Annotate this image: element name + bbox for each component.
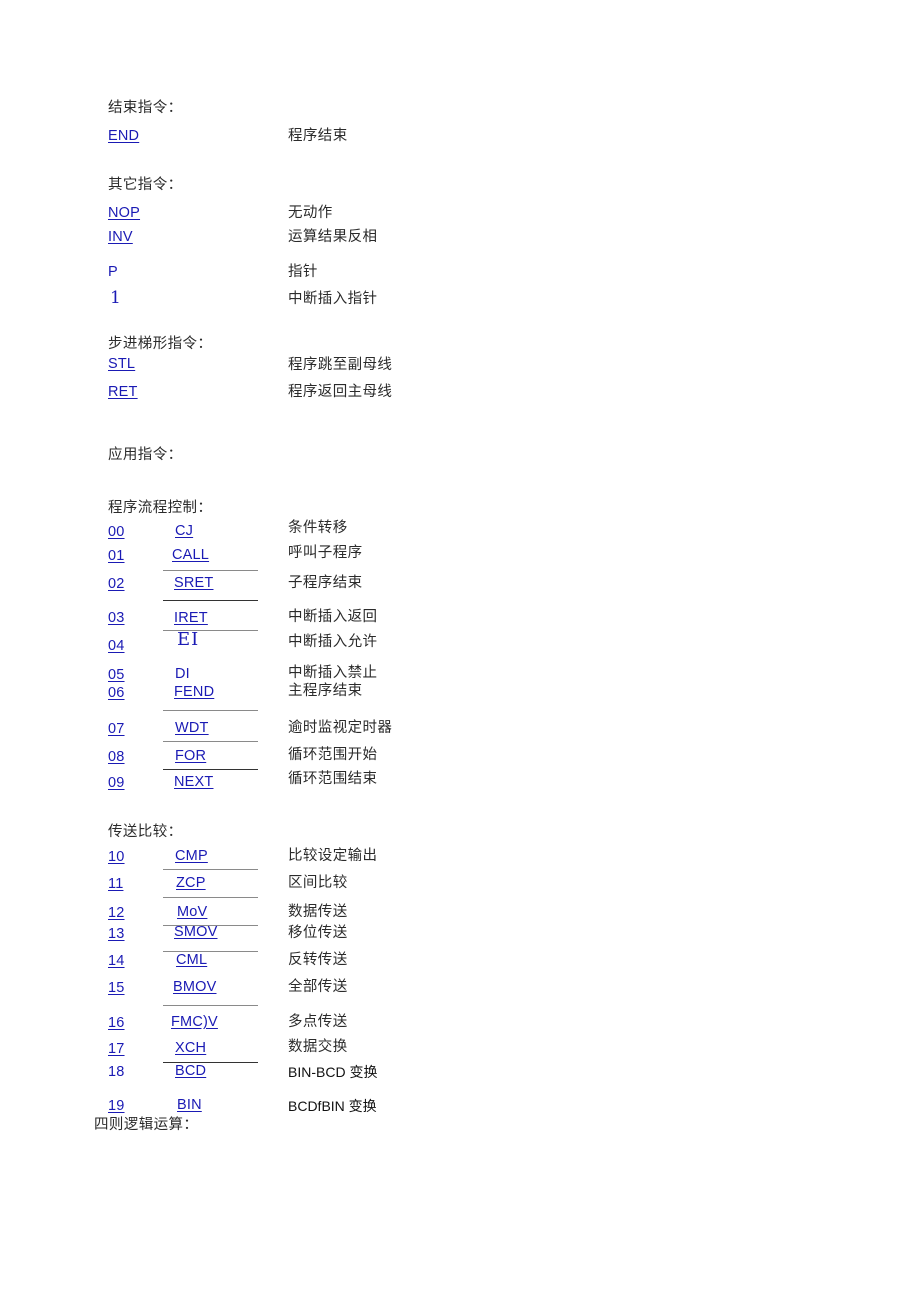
desc-di: 中断插入禁止 bbox=[288, 665, 378, 681]
scan-rule-2 bbox=[163, 600, 258, 601]
desc-ret: 程序返回主母线 bbox=[288, 384, 393, 400]
link-wdt[interactable]: WDT bbox=[175, 721, 209, 736]
scan-rule-7 bbox=[163, 869, 258, 870]
link-for[interactable]: FOR bbox=[175, 749, 206, 764]
link-bcd[interactable]: BCD bbox=[175, 1064, 206, 1079]
section-heading-end-instructions: 结束指令： bbox=[108, 100, 183, 116]
desc-inv: 运算结果反相 bbox=[288, 229, 378, 245]
scan-rule-5 bbox=[163, 741, 258, 742]
link-cmp[interactable]: CMP bbox=[175, 849, 208, 864]
link-bmov[interactable]: BMOV bbox=[173, 980, 217, 995]
scan-rule-1 bbox=[163, 570, 258, 571]
desc-smov: 移位传送 bbox=[288, 925, 348, 941]
desc-zcp: 区间比较 bbox=[288, 875, 348, 891]
num-07[interactable]: 07 bbox=[108, 722, 125, 737]
num-04[interactable]: 04 bbox=[108, 639, 125, 654]
link-cj[interactable]: CJ bbox=[175, 524, 193, 539]
desc-sret: 子程序结束 bbox=[288, 575, 363, 591]
num-09[interactable]: 09 bbox=[108, 776, 125, 791]
link-zcp[interactable]: ZCP bbox=[176, 876, 206, 891]
num-15[interactable]: 15 bbox=[108, 981, 125, 996]
desc-mov: 数据传送 bbox=[288, 904, 348, 920]
section-heading-arithmetic-logic: 四则逻辑运算： bbox=[94, 1117, 199, 1133]
num-13[interactable]: 13 bbox=[108, 927, 125, 942]
desc-nop: 无动作 bbox=[288, 205, 333, 221]
desc-iret: 中断插入返回 bbox=[288, 609, 378, 625]
link-inv[interactable]: INV bbox=[108, 230, 133, 245]
desc-stl: 程序跳至副母线 bbox=[288, 357, 393, 373]
document-page: 结束指令： END 程序结束 其它指令： NOP 无动作 INV 运算结果反相 … bbox=[0, 0, 920, 1301]
desc-cmp: 比较设定输出 bbox=[288, 848, 378, 864]
desc-next: 循环范围结束 bbox=[288, 771, 378, 787]
desc-call: 呼叫子程序 bbox=[288, 545, 363, 561]
desc-i-pointer: 中断插入指针 bbox=[288, 291, 378, 307]
num-08[interactable]: 08 bbox=[108, 750, 125, 765]
section-heading-transfer-compare: 传送比较： bbox=[108, 824, 183, 840]
num-16[interactable]: 16 bbox=[108, 1016, 125, 1031]
scan-rule-6 bbox=[163, 769, 258, 770]
link-smov[interactable]: SMOV bbox=[174, 925, 218, 940]
num-10[interactable]: 10 bbox=[108, 850, 125, 865]
link-mov[interactable]: MoV bbox=[177, 905, 207, 920]
section-heading-program-flow-control: 程序流程控制： bbox=[108, 500, 213, 516]
desc-wdt: 逾时监视定时器 bbox=[288, 720, 393, 736]
scan-rule-8 bbox=[163, 897, 258, 898]
desc-xch: 数据交换 bbox=[288, 1039, 348, 1055]
desc-ei: 中断插入允许 bbox=[288, 634, 378, 650]
num-11[interactable]: 11 bbox=[108, 877, 123, 892]
section-heading-other-instructions: 其它指令： bbox=[108, 177, 183, 193]
link-fmov[interactable]: FMC)V bbox=[171, 1015, 218, 1030]
link-i-pointer[interactable]: 1 bbox=[110, 290, 121, 307]
num-01[interactable]: 01 bbox=[108, 549, 125, 564]
link-p[interactable]: P bbox=[108, 265, 118, 280]
num-06[interactable]: 06 bbox=[108, 686, 125, 701]
link-di[interactable]: DI bbox=[175, 667, 190, 682]
num-18[interactable]: 18 bbox=[108, 1065, 125, 1080]
desc-for: 循环范围开始 bbox=[288, 747, 378, 763]
scan-rule-4 bbox=[163, 710, 258, 711]
link-nop[interactable]: NOP bbox=[108, 206, 140, 221]
num-17[interactable]: 17 bbox=[108, 1042, 125, 1057]
link-sret[interactable]: SRET bbox=[174, 576, 213, 591]
num-02[interactable]: 02 bbox=[108, 577, 125, 592]
link-fend[interactable]: FEND bbox=[174, 685, 214, 700]
link-cml[interactable]: CML bbox=[176, 953, 207, 968]
desc-fend: 主程序结束 bbox=[288, 683, 363, 699]
num-14[interactable]: 14 bbox=[108, 954, 125, 969]
num-00[interactable]: 00 bbox=[108, 525, 125, 540]
num-05[interactable]: 05 bbox=[108, 668, 125, 683]
link-stl[interactable]: STL bbox=[108, 357, 135, 372]
link-ret[interactable]: RET bbox=[108, 385, 138, 400]
desc-fmov: 多点传送 bbox=[288, 1014, 348, 1030]
link-call[interactable]: CALL bbox=[172, 548, 209, 563]
section-heading-step-ladder: 步进梯形指令： bbox=[108, 336, 213, 352]
num-12[interactable]: 12 bbox=[108, 906, 125, 921]
num-03[interactable]: 03 bbox=[108, 611, 125, 626]
desc-bmov: 全部传送 bbox=[288, 979, 348, 995]
link-ei[interactable]: EI bbox=[177, 631, 199, 649]
desc-cj: 条件转移 bbox=[288, 520, 348, 536]
desc-cml: 反转传送 bbox=[288, 952, 348, 968]
scan-rule-11 bbox=[163, 1005, 258, 1006]
link-bin[interactable]: BIN bbox=[177, 1098, 202, 1113]
link-iret[interactable]: IRET bbox=[174, 611, 208, 626]
num-19[interactable]: 19 bbox=[108, 1099, 125, 1114]
link-end[interactable]: END bbox=[108, 129, 139, 144]
section-heading-application-instructions: 应用指令： bbox=[108, 447, 183, 463]
desc-end: 程序结束 bbox=[288, 128, 348, 144]
desc-bin: BCDfBIN 变换 bbox=[288, 1098, 377, 1114]
desc-bcd: BIN-BCD 变换 bbox=[288, 1064, 378, 1080]
desc-p: 指针 bbox=[288, 264, 318, 280]
link-next[interactable]: NEXT bbox=[174, 775, 213, 790]
link-xch[interactable]: XCH bbox=[175, 1041, 206, 1056]
